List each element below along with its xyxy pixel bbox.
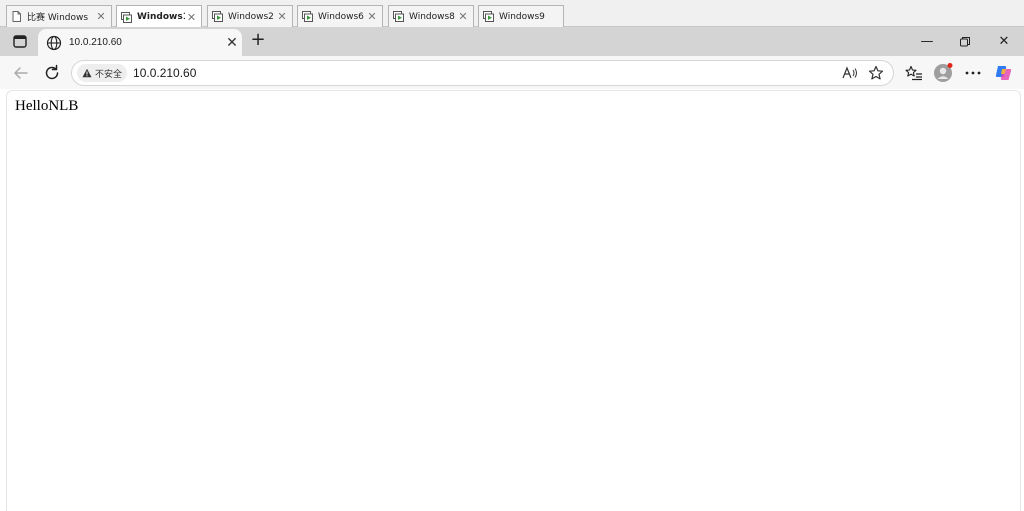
avatar — [934, 63, 953, 82]
read-aloud-icon[interactable] — [841, 64, 859, 82]
close-icon[interactable]: ✕ — [365, 10, 379, 23]
vm-icon — [121, 11, 132, 23]
vm-tab-label: Windows8 — [409, 11, 455, 22]
page-body-text: HelloNLB — [15, 98, 79, 114]
document-icon — [12, 11, 21, 22]
globe-icon — [46, 35, 62, 50]
favorites-icon[interactable] — [904, 63, 924, 83]
url-text[interactable]: 10.0.210.60 — [133, 66, 841, 80]
vm-tab-5[interactable]: Windows9 — [478, 5, 564, 27]
warning-icon — [82, 68, 92, 78]
vm-tab-4[interactable]: Windows8 ✕ — [388, 5, 474, 27]
vm-tab-label: Windows6 — [318, 11, 364, 22]
vm-tab-label: Windows2 — [228, 11, 274, 22]
close-icon[interactable]: ✕ — [185, 11, 198, 24]
vm-icon — [393, 11, 404, 22]
browser-title-bar: 10.0.210.60 ✕ + — ✕ — [0, 27, 1024, 56]
browser-toolbar: 不安全 10.0.210.60 — [0, 56, 1024, 89]
vm-icon — [212, 11, 223, 22]
profile-avatar[interactable] — [933, 63, 953, 83]
more-options-icon[interactable] — [963, 63, 983, 83]
restore-button[interactable] — [950, 32, 980, 52]
browser-tab-title: 10.0.210.60 — [69, 37, 122, 48]
vm-tab-label: 比赛 Windows — [27, 13, 89, 23]
close-icon[interactable]: ✕ — [456, 10, 470, 23]
close-icon[interactable]: ✕ — [275, 10, 289, 23]
refresh-button[interactable] — [42, 63, 62, 83]
security-label: 不安全 — [95, 69, 123, 80]
minimize-icon: — — [920, 34, 934, 49]
vm-icon — [302, 11, 313, 22]
security-indicator[interactable]: 不安全 — [77, 64, 128, 82]
vm-tab-label: Windows1 — [137, 12, 186, 22]
close-icon: ✕ — [998, 34, 1010, 49]
close-icon[interactable]: ✕ — [222, 35, 242, 51]
address-bar[interactable]: 不安全 10.0.210.60 — [71, 60, 894, 86]
close-window-button[interactable]: ✕ — [989, 32, 1019, 52]
vm-tab-strip: 比赛 Windows ✕ Windows1 ✕ Windows2 ✕ Windo… — [0, 0, 1024, 28]
new-tab-button[interactable]: + — [248, 30, 268, 50]
vm-tab-3[interactable]: Windows6 ✕ — [297, 5, 383, 27]
minimize-button[interactable]: — — [912, 32, 942, 52]
plus-icon: + — [250, 29, 266, 50]
tab-actions-icon[interactable] — [10, 33, 30, 51]
browser-tab-active[interactable]: 10.0.210.60 ✕ — [38, 29, 242, 56]
vm-tab-0[interactable]: 比赛 Windows ✕ — [6, 5, 112, 27]
vm-tab-1[interactable]: Windows1 ✕ — [116, 5, 202, 28]
vm-tab-label: Windows9 — [499, 11, 545, 22]
vm-tab-2[interactable]: Windows2 ✕ — [207, 5, 293, 27]
copilot-icon[interactable] — [994, 63, 1014, 83]
page-viewport: HelloNLB — [6, 90, 1021, 511]
restore-icon — [960, 37, 970, 47]
vm-icon — [483, 11, 494, 22]
favorite-star-icon[interactable] — [867, 64, 885, 82]
close-icon[interactable]: ✕ — [94, 10, 108, 23]
back-button[interactable] — [11, 63, 31, 83]
